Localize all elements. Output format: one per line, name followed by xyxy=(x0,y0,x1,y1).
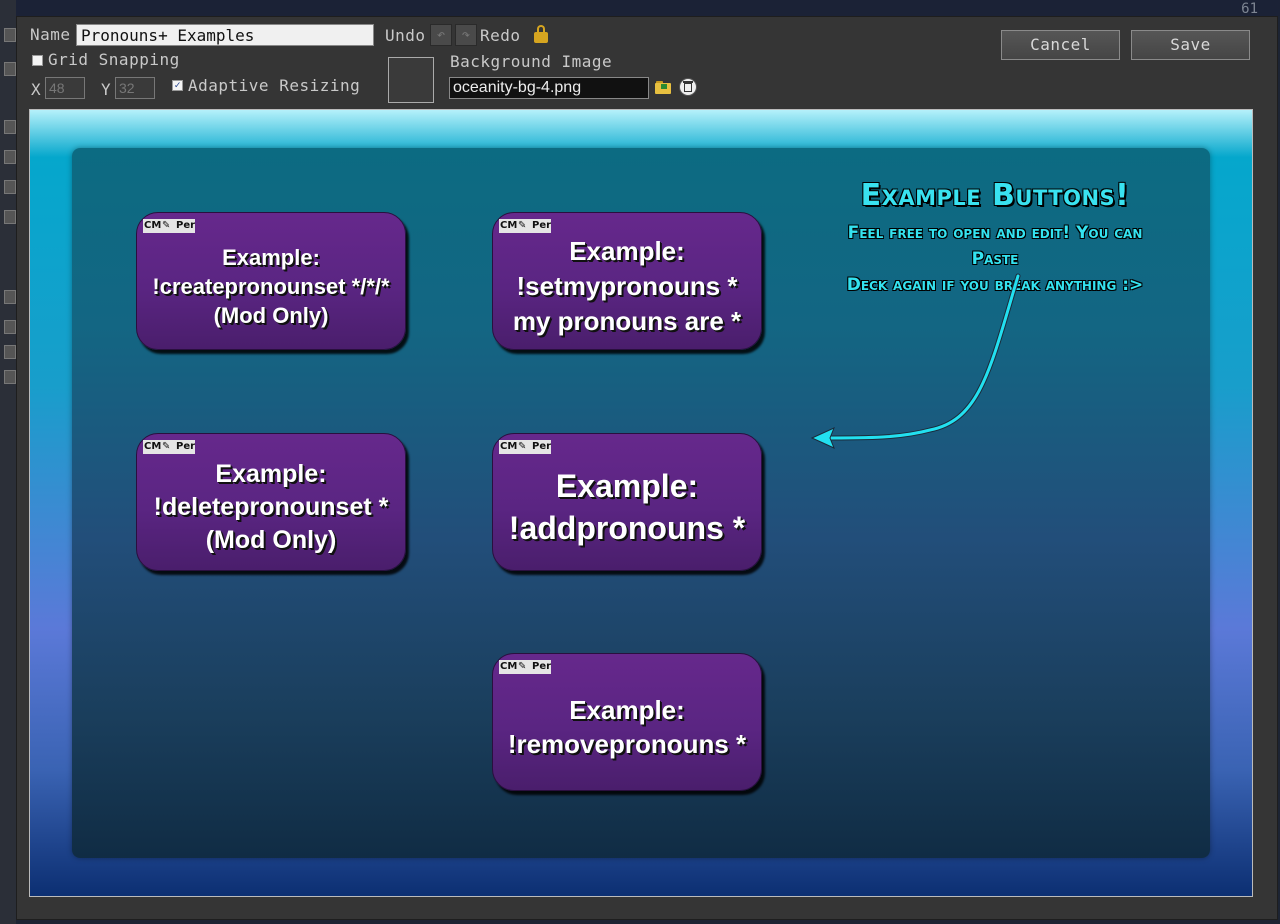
background-icon xyxy=(4,180,16,194)
redo-label: Redo xyxy=(480,26,521,45)
deck-name-input[interactable] xyxy=(76,24,374,46)
y-label: Y xyxy=(101,80,112,99)
background-icon xyxy=(4,290,16,304)
deck-canvas[interactable]: CM ✎ Per Example: !createpronounset */*/… xyxy=(29,109,1253,897)
adaptive-resizing-checkbox[interactable]: ✓ xyxy=(172,80,183,91)
save-button[interactable]: Save xyxy=(1131,30,1250,60)
undo-label: Undo xyxy=(385,26,426,45)
background-icon xyxy=(4,28,16,42)
arrow-icon xyxy=(810,273,1021,449)
open-folder-icon[interactable] xyxy=(655,79,672,95)
background-icon xyxy=(4,345,16,359)
background-icon xyxy=(4,120,16,134)
lock-icon[interactable] xyxy=(534,25,548,43)
background-icon xyxy=(4,150,16,164)
background-counter: 61 xyxy=(1241,1,1258,17)
x-position-input[interactable] xyxy=(45,77,85,99)
grid-snapping-label: Grid Snapping xyxy=(48,50,180,69)
name-label: Name xyxy=(30,25,71,44)
x-label: X xyxy=(31,80,42,99)
cancel-button[interactable]: Cancel xyxy=(1001,30,1120,60)
background-app-sidebar xyxy=(0,0,16,924)
background-image-label: Background Image xyxy=(450,52,613,71)
redo-icon[interactable]: ↷ xyxy=(455,24,477,46)
background-app-header: 61 xyxy=(16,0,1280,17)
undo-icon[interactable]: ↶ xyxy=(430,24,452,46)
background-icon xyxy=(4,320,16,334)
background-color-swatch[interactable] xyxy=(388,57,434,103)
background-icon xyxy=(4,370,16,384)
background-icon xyxy=(4,62,16,76)
grid-snapping-checkbox[interactable] xyxy=(32,55,43,66)
y-position-input[interactable] xyxy=(115,77,155,99)
delete-image-icon[interactable] xyxy=(679,78,697,96)
background-image-input[interactable] xyxy=(449,77,649,99)
background-icon xyxy=(4,210,16,224)
deck-editor-window: Name Undo ↶ ↷ Redo Grid Snapping Backgro… xyxy=(16,16,1278,920)
adaptive-resizing-label: Adaptive Resizing xyxy=(188,76,361,95)
